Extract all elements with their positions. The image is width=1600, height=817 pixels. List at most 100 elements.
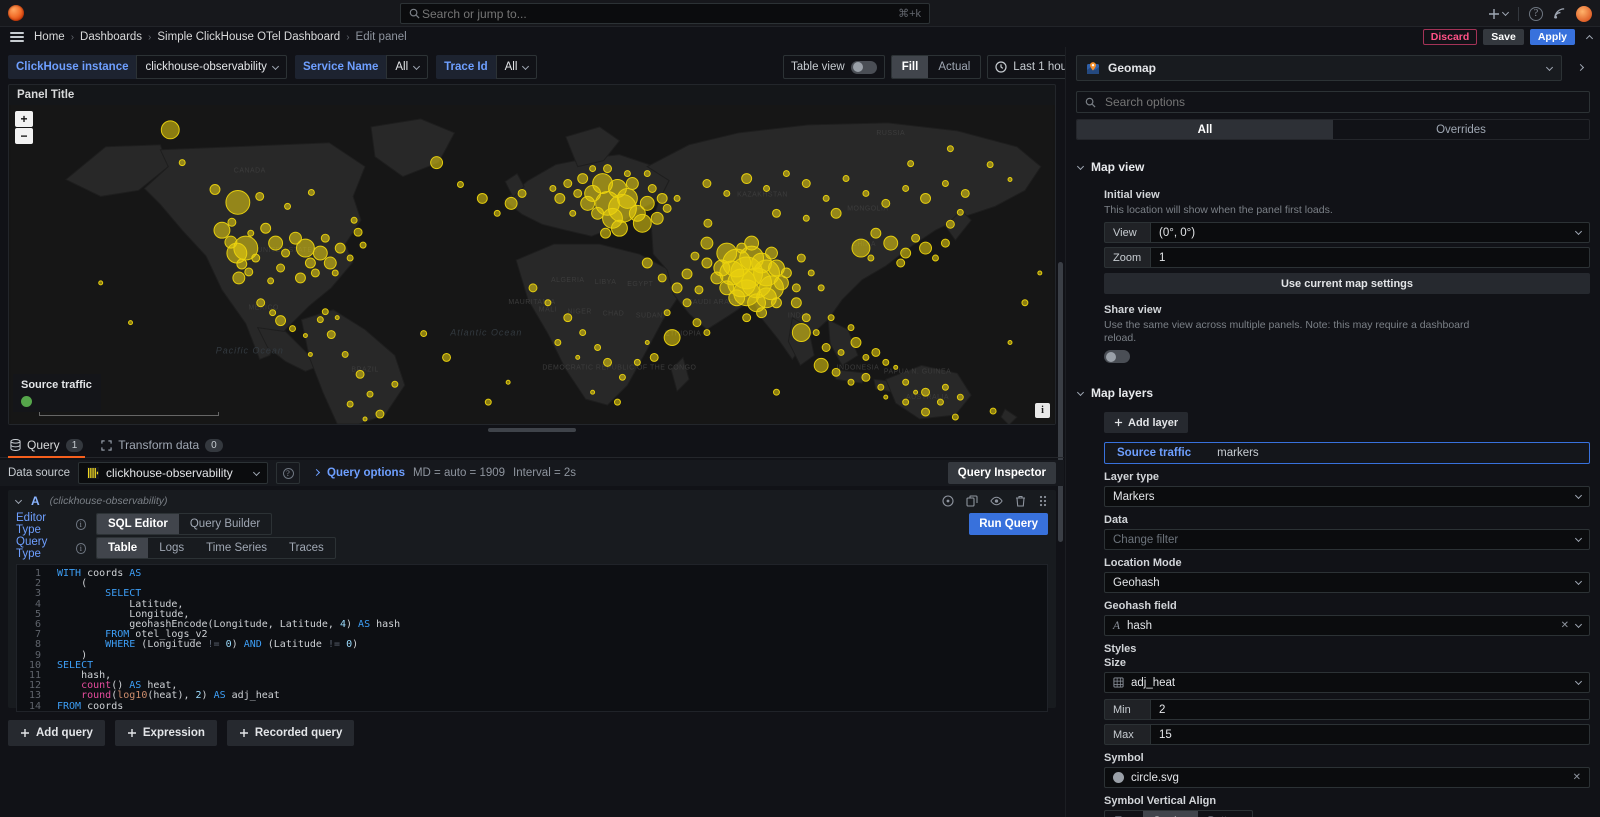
- fill-option[interactable]: Fill: [892, 56, 929, 78]
- tab-transform-data[interactable]: Transform data 0: [101, 433, 222, 457]
- duplicate-icon[interactable]: [966, 495, 978, 507]
- svg-text:SUDAN: SUDAN: [636, 313, 663, 320]
- query-header[interactable]: A (clickhouse-observability): [8, 490, 1056, 512]
- collapse-options-icon[interactable]: [1586, 34, 1593, 41]
- size-field-select[interactable]: adj_heat: [1104, 672, 1590, 693]
- valign-bottom[interactable]: Bottom: [1198, 811, 1253, 817]
- table-view-toggle[interactable]: Table view: [783, 55, 885, 79]
- scrollbar[interactable]: [1058, 262, 1063, 542]
- max-field: Max 15: [1104, 724, 1590, 745]
- tab-all[interactable]: All: [1077, 120, 1333, 139]
- add-layer-button[interactable]: Add layer: [1104, 412, 1188, 433]
- share-view-label: Share view: [1104, 304, 1590, 316]
- map-view-body: Initial view This location will show whe…: [1066, 180, 1600, 380]
- data-filter-select[interactable]: Change filter: [1104, 529, 1590, 550]
- sql-code[interactable]: WITH coords AS ( SELECT Latitude, Longit…: [47, 565, 400, 711]
- variable-value-dropdown[interactable]: clickhouse-observability: [136, 55, 286, 79]
- run-query-button[interactable]: Run Query: [969, 513, 1048, 535]
- layer-item-source-traffic[interactable]: Source traffic markers: [1104, 442, 1590, 464]
- size-label: Size: [1104, 657, 1590, 669]
- sql-editor-option[interactable]: SQL Editor: [97, 514, 179, 534]
- chevron-down-icon: [522, 62, 529, 69]
- collapse-pane-button[interactable]: [1568, 55, 1592, 81]
- query-type-row: Query Typei Table Logs Time Series Trace…: [8, 536, 1056, 560]
- variable-service-name: Service Name All: [295, 55, 428, 79]
- add-menu-button[interactable]: [1488, 8, 1508, 20]
- svg-text:RUSSIA: RUSSIA: [876, 130, 905, 137]
- section-map-layers[interactable]: Map layers: [1066, 380, 1600, 406]
- variable-value-dropdown[interactable]: All: [496, 55, 538, 79]
- actual-option[interactable]: Actual: [928, 56, 980, 78]
- visualization-name: Geomap: [1108, 61, 1539, 75]
- query-type-group: Table Logs Time Series Traces: [96, 537, 336, 559]
- clear-icon[interactable]: ✕: [1573, 772, 1581, 783]
- valign-top[interactable]: Top: [1105, 811, 1143, 817]
- query-inspector-button[interactable]: Query Inspector: [948, 462, 1056, 484]
- attribution-info-icon[interactable]: i: [1035, 403, 1050, 418]
- chevron-down-icon[interactable]: [15, 496, 22, 503]
- query-type-table[interactable]: Table: [97, 538, 148, 558]
- discard-button[interactable]: Discard: [1423, 29, 1478, 45]
- plus-icon: [127, 728, 137, 738]
- variable-value-dropdown[interactable]: All: [386, 55, 428, 79]
- database-icon: [10, 439, 21, 451]
- min-input[interactable]: 2: [1150, 699, 1590, 720]
- zoom-input[interactable]: 1: [1150, 247, 1590, 268]
- use-current-map-settings-button[interactable]: Use current map settings: [1104, 273, 1590, 294]
- clickhouse-logo-icon: [87, 467, 99, 479]
- view-select[interactable]: (0°, 0°): [1150, 222, 1590, 243]
- query-builder-option[interactable]: Query Builder: [179, 514, 271, 534]
- breadcrumb-dashboard-name[interactable]: Simple ClickHouse OTel Dashboard: [157, 31, 340, 43]
- sql-editor[interactable]: 123456789101112131415 WITH coords AS ( S…: [16, 564, 1048, 712]
- hide-query-eye-icon[interactable]: [990, 495, 1003, 507]
- layer-type-select[interactable]: Markers: [1104, 486, 1590, 507]
- avatar[interactable]: [1576, 6, 1592, 22]
- recorded-query-button[interactable]: Recorded query: [227, 720, 355, 746]
- global-search[interactable]: ⌘+k: [400, 3, 930, 24]
- tab-overrides[interactable]: Overrides: [1333, 120, 1589, 139]
- editor-type-group: SQL Editor Query Builder: [96, 513, 272, 535]
- map-zoom-in-button[interactable]: +: [15, 111, 33, 127]
- panel-resize-handle[interactable]: [488, 428, 576, 432]
- breadcrumb-home[interactable]: Home: [34, 31, 65, 43]
- breadcrumb-dashboards[interactable]: Dashboards: [80, 31, 142, 43]
- share-view-toggle[interactable]: [1104, 350, 1130, 363]
- query-type-traces[interactable]: Traces: [278, 538, 335, 558]
- map-canvas[interactable]: + −: [9, 105, 1055, 424]
- options-search[interactable]: [1076, 91, 1590, 113]
- symbol-select[interactable]: circle.svg✕: [1104, 767, 1590, 788]
- news-button[interactable]: [1553, 7, 1566, 20]
- toggle-knob[interactable]: [851, 61, 877, 74]
- clear-icon[interactable]: ✕: [1561, 620, 1569, 631]
- datasource-picker[interactable]: clickhouse-observability: [78, 462, 268, 484]
- location-mode-label: Location Mode: [1104, 557, 1590, 569]
- geohash-field-select[interactable]: Ahash✕: [1104, 615, 1590, 636]
- chevron-down-icon: [1575, 228, 1582, 235]
- delete-icon[interactable]: [1015, 495, 1026, 507]
- breadcrumb-separator: ›: [148, 32, 151, 43]
- location-mode-select[interactable]: Geohash: [1104, 572, 1590, 593]
- datasource-help-button[interactable]: ?: [276, 462, 300, 484]
- grafana-logo-icon[interactable]: [8, 5, 24, 21]
- map-zoom-out-button[interactable]: −: [15, 128, 33, 144]
- help-circle-icon[interactable]: [942, 495, 954, 507]
- drag-handle-icon[interactable]: [1038, 495, 1048, 507]
- add-query-button[interactable]: Add query: [8, 720, 105, 746]
- menu-icon[interactable]: [10, 32, 24, 42]
- svg-text:MALI: MALI: [539, 307, 557, 314]
- max-input[interactable]: 15: [1150, 724, 1590, 745]
- valign-center[interactable]: Center: [1143, 811, 1198, 817]
- panel-title[interactable]: Panel Title: [9, 85, 1055, 105]
- query-type-time-series[interactable]: Time Series: [195, 538, 278, 558]
- options-search-input[interactable]: [1103, 94, 1581, 110]
- apply-button[interactable]: Apply: [1530, 29, 1575, 45]
- save-button[interactable]: Save: [1483, 29, 1524, 45]
- tab-query[interactable]: Query 1: [10, 433, 83, 457]
- query-options-expander[interactable]: Query options MD = auto = 1909 Interval …: [314, 467, 576, 479]
- help-button[interactable]: ?: [1529, 7, 1543, 21]
- visualization-picker[interactable]: Geomap: [1076, 55, 1562, 81]
- query-type-logs[interactable]: Logs: [148, 538, 195, 558]
- section-map-view[interactable]: Map view: [1066, 154, 1600, 180]
- search-input[interactable]: [420, 6, 898, 22]
- expression-button[interactable]: Expression: [115, 720, 217, 746]
